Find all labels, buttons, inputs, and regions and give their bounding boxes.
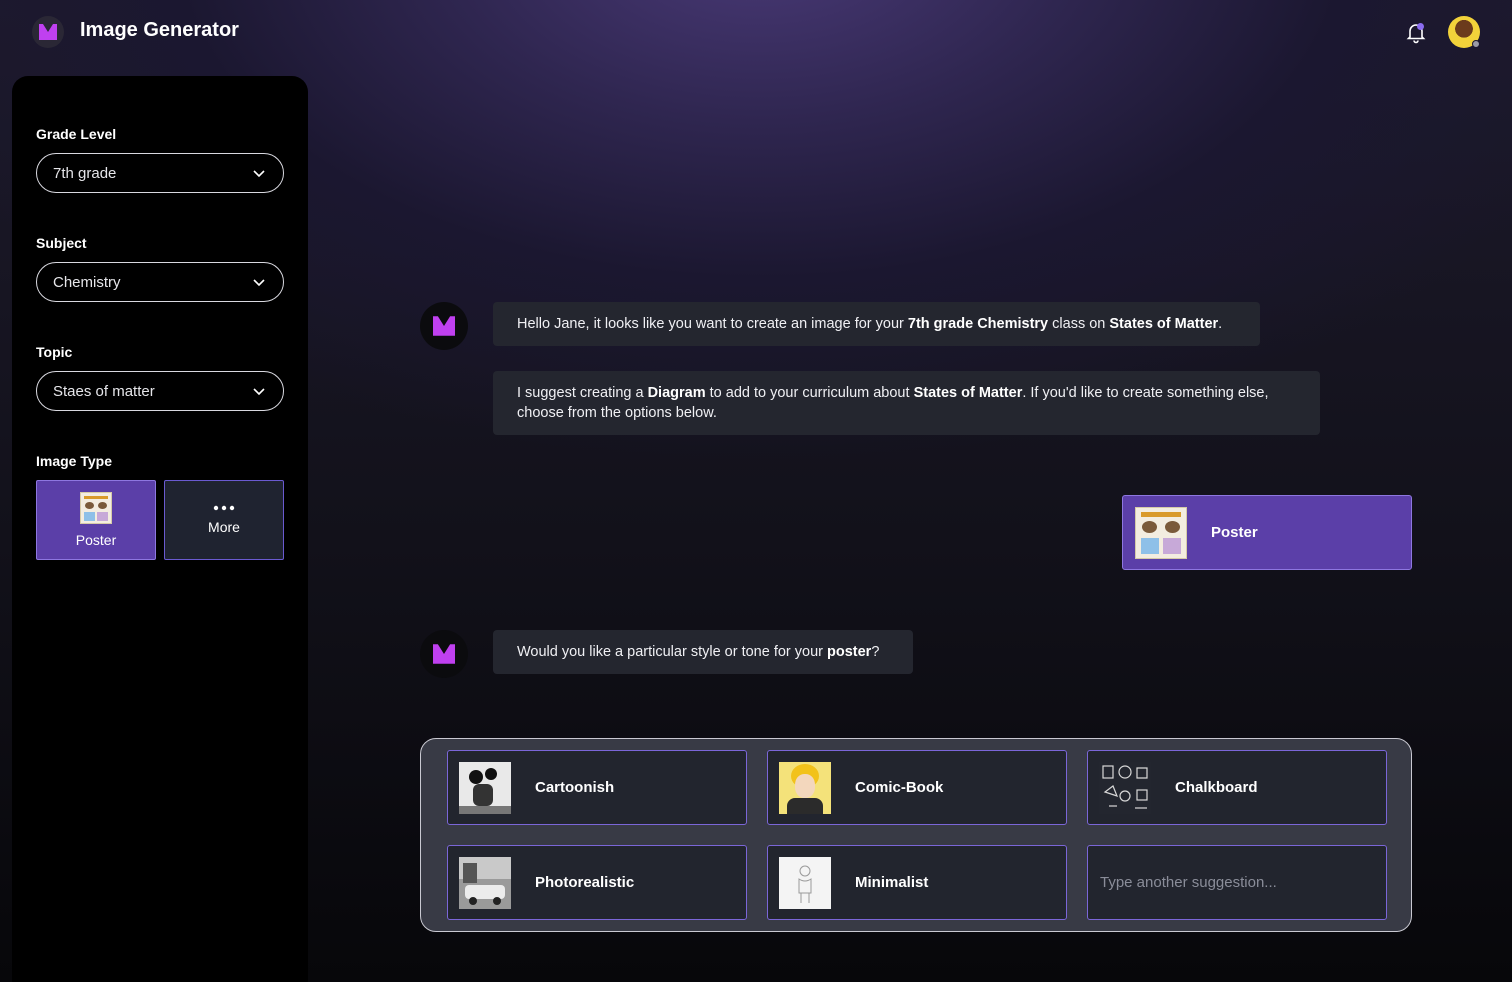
message-text: . [1218,316,1223,332]
message-text: to add to your curriculum about [705,385,914,401]
assistant-message-3: Would you like a particular style or ton… [493,630,913,674]
app-header: Image Generator [0,0,1512,64]
topic-value: Staes of matter [53,382,155,400]
topic-label: Topic [36,344,73,360]
message-text: ? [871,644,880,660]
cartoon-thumbnail-icon [459,761,511,814]
style-option-cartoonish[interactable]: Cartoonish [447,750,747,825]
comic-thumbnail-icon [779,761,831,814]
style-options-panel: Cartoonish Comic-Book Chalkboard Photore… [420,738,1412,932]
message-text: Hello Jane, it looks like you want to cr… [517,316,908,332]
image-type-poster[interactable]: Poster [36,480,156,560]
subject-label: Subject [36,235,87,251]
style-option-label: Chalkboard [1175,779,1258,796]
style-option-label: Comic-Book [855,779,944,796]
more-dots-icon [213,505,235,511]
assistant-message-1: Hello Jane, it looks like you want to cr… [493,302,1260,346]
chevron-down-icon [253,279,265,287]
style-option-photorealistic[interactable]: Photorealistic [447,845,747,920]
chevron-down-icon [253,388,265,396]
subject-select[interactable]: Chemistry [36,262,284,302]
user-selected-poster: Poster [1122,495,1412,570]
message-bold-text: States of Matter [913,385,1023,401]
style-option-chalkboard[interactable]: Chalkboard [1087,750,1387,825]
style-option-comic-book[interactable]: Comic-Book [767,750,1067,825]
m-logo-icon [433,644,455,664]
custom-suggestion-input[interactable] [1087,845,1387,920]
style-option-label: Cartoonish [535,779,615,796]
avatar-status-dot [1472,40,1480,48]
image-type-label: Image Type [36,453,112,469]
message-bold-text: States of Matter [1109,316,1219,332]
m-logo-icon [433,316,455,336]
poster-thumbnail-icon [1135,506,1187,559]
message-bold-text: Diagram [647,385,706,401]
settings-sidebar: Grade Level 7th grade Subject Chemistry … [12,76,308,982]
chalkboard-thumbnail-icon [1099,761,1151,814]
style-option-label: Minimalist [855,874,929,891]
subject-value: Chemistry [53,273,121,291]
notification-bell-icon[interactable] [1404,20,1428,44]
style-option-minimalist[interactable]: Minimalist [767,845,1067,920]
assistant-avatar [420,630,468,678]
message-text: I suggest creating a [517,385,648,401]
app-logo-icon[interactable] [32,16,64,48]
assistant-message-2: I suggest creating a Diagram to add to y… [493,371,1320,435]
minimal-thumbnail-icon [779,856,831,909]
message-text: class on [1048,316,1110,332]
app-title: Image Generator [80,19,239,41]
poster-thumbnail-icon [80,492,112,524]
grade-level-value: 7th grade [53,164,117,182]
user-choice-label: Poster [1211,524,1258,541]
image-type-poster-label: Poster [75,532,117,548]
message-text: Would you like a particular style or ton… [517,644,828,660]
chevron-down-icon [253,170,265,178]
message-bold-text: 7th grade Chemistry [907,316,1049,332]
notification-dot [1417,23,1424,30]
message-bold-text: poster [827,644,872,660]
image-type-more[interactable]: More [164,480,284,560]
photo-thumbnail-icon [459,856,511,909]
style-option-label: Photorealistic [535,874,635,891]
topic-select[interactable]: Staes of matter [36,371,284,411]
grade-level-label: Grade Level [36,126,117,142]
grade-level-select[interactable]: 7th grade [36,153,284,193]
image-type-more-label: More [208,519,240,535]
assistant-avatar [420,302,468,350]
